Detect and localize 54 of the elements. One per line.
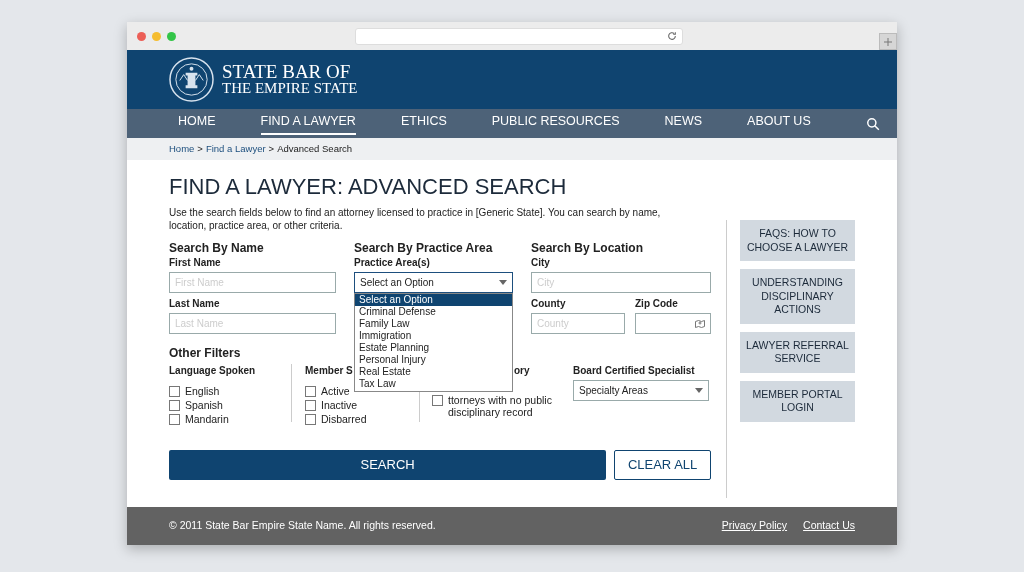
dropdown-option[interactable]: Family Law <box>355 318 512 330</box>
sidebar-link-button[interactable]: MEMBER PORTAL LOGIN <box>740 380 855 422</box>
field-label: First Name <box>169 256 222 270</box>
nav-link[interactable]: NEWS <box>664 112 703 135</box>
nav-link[interactable]: FIND A LAWYER <box>260 112 356 135</box>
page-title: FIND A LAWYER: ADVANCED SEARCH <box>169 174 568 200</box>
sidebar-link-button[interactable]: LAWYER REFERRAL SERVICE <box>740 331 855 373</box>
dropdown-option[interactable]: Select an Option <box>355 294 512 306</box>
checkbox-label: Spanish <box>185 399 223 411</box>
section-heading: Search By Name <box>169 241 265 256</box>
filter-heading: ory <box>514 364 530 378</box>
dropdown-option[interactable]: Real Estate <box>355 366 512 378</box>
breadcrumb-item[interactable]: Home <box>169 141 195 157</box>
checkbox-label: ttorneys with no public disciplinary record <box>448 394 553 418</box>
site-title: STATE BAR OF THE EMPIRE STATE <box>222 62 358 97</box>
checkbox-label: Mandarin <box>185 413 229 425</box>
filter-heading: Board Certified Specialist <box>573 364 696 378</box>
clear-all-button[interactable]: CLEAR ALL <box>614 450 711 480</box>
checkbox-label: Active <box>321 385 350 397</box>
field-label: Zip Code <box>635 297 679 311</box>
field-label: City <box>531 256 551 270</box>
breadcrumb-item[interactable]: Find a Lawyer <box>205 141 266 157</box>
nav-link[interactable]: HOME <box>178 112 216 135</box>
dropdown-option[interactable]: Criminal Defense <box>355 306 512 318</box>
breadcrumb-item: Advanced Search <box>277 141 353 156</box>
field-label: County <box>531 297 567 311</box>
footer-link[interactable]: Privacy Policy <box>721 518 788 534</box>
specialty-select[interactable]: Specialty Areas <box>573 380 709 401</box>
filter-heading: Member S <box>305 364 353 378</box>
footer-link[interactable]: Contact Us <box>803 518 855 534</box>
checkbox-label: Disbarred <box>321 413 367 425</box>
breadcrumb-separator: > <box>268 141 275 156</box>
copyright-text: © 2011 State Bar Empire State Name. All rights reserved. <box>169 518 436 534</box>
field-label: Last Name <box>169 297 221 311</box>
search-button[interactable]: SEARCH <box>169 450 607 480</box>
nav-link[interactable]: ABOUT US <box>747 112 811 135</box>
dropdown-option[interactable]: Personal Injury <box>355 354 512 366</box>
filter-heading: Language Spoken <box>169 364 257 378</box>
field-label: Practice Area(s) <box>354 256 431 270</box>
nav-link[interactable]: ETHICS <box>400 112 447 135</box>
dropdown-option[interactable]: Immigration <box>355 330 512 342</box>
practice-area-select[interactable]: Select an Option <box>354 272 513 293</box>
section-heading: Search By Location <box>531 241 645 256</box>
breadcrumb-separator: > <box>197 141 203 156</box>
dropdown-option[interactable]: Tax Law <box>355 378 512 390</box>
sidebar-link-button[interactable]: FAQS: HOW TO CHOOSE A LAWYER <box>740 220 855 261</box>
section-heading: Search By Practice Area <box>354 241 494 256</box>
intro-text: Use the search fields below to find an attorney licensed to practice in [Generic State]. You can search by name, location, practice area, or other criteria. <box>169 206 662 232</box>
checkbox-label: Inactive <box>321 399 358 411</box>
section-heading: Other Filters <box>169 346 241 361</box>
dropdown-option[interactable]: Estate Planning <box>355 342 512 354</box>
sidebar-link-button[interactable]: UNDERSTANDING DISCIPLINARY ACTIONS <box>740 269 855 324</box>
checkbox-label: English <box>185 385 220 397</box>
nav-link[interactable]: PUBLIC RESOURCES <box>491 112 620 135</box>
